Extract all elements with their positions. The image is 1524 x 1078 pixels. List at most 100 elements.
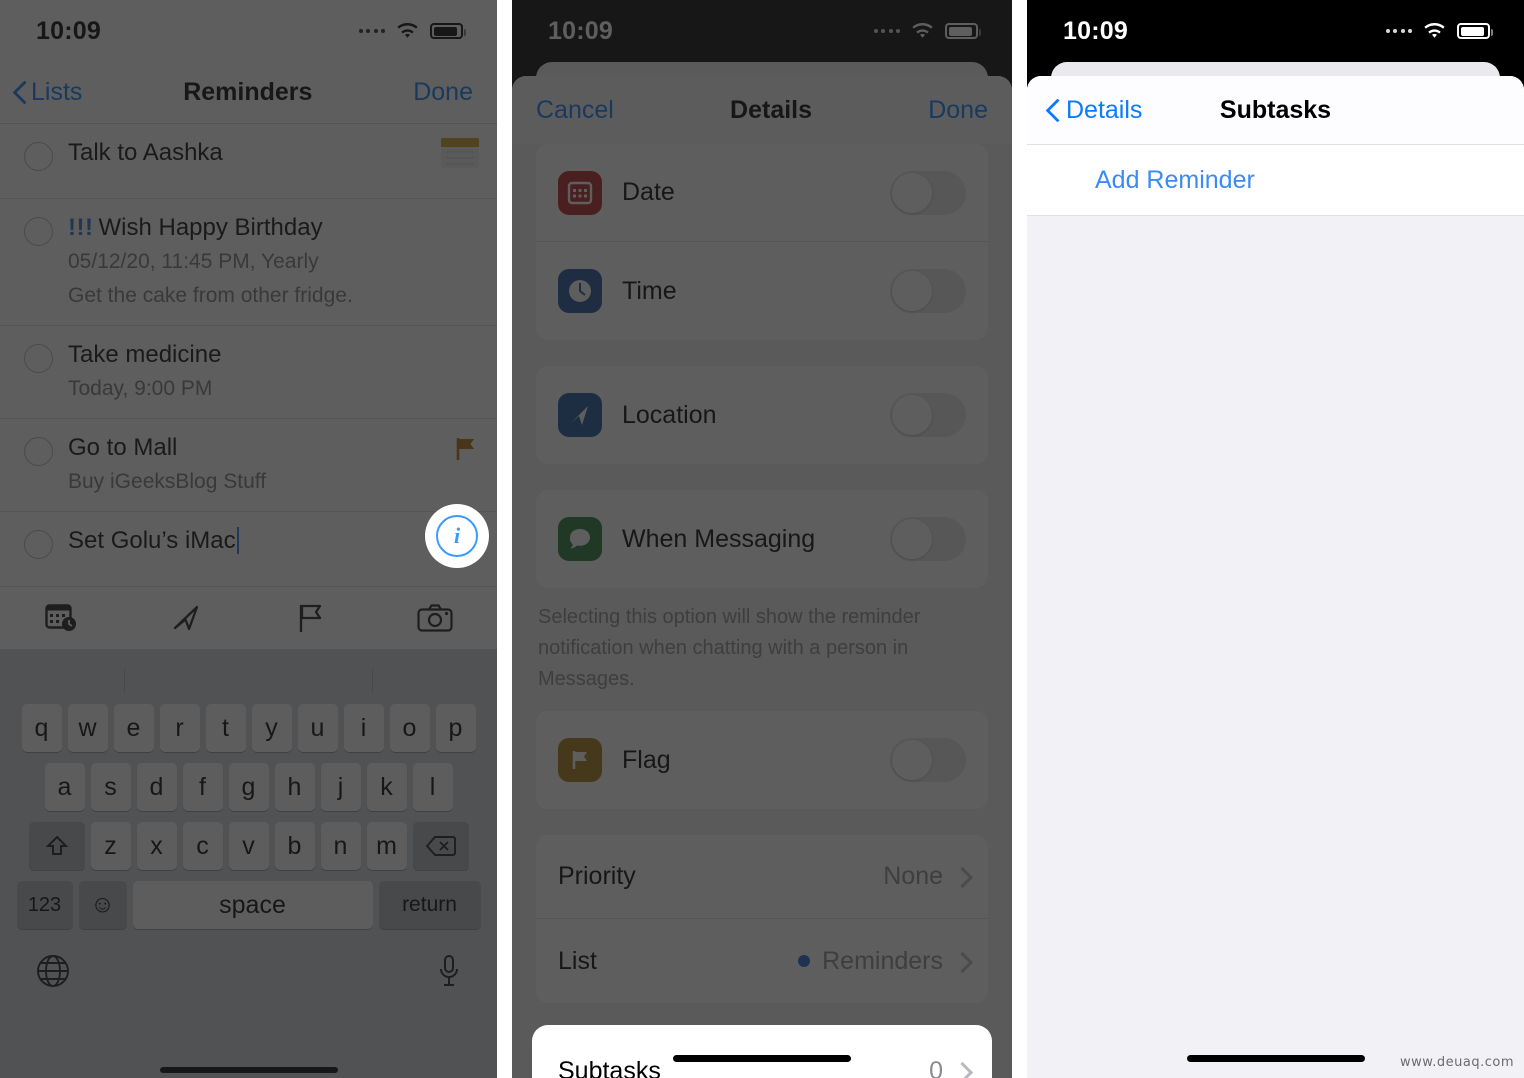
row-subtasks-highlighted[interactable]: Subtasks 0 bbox=[536, 1029, 988, 1078]
complete-circle-icon[interactable] bbox=[24, 344, 53, 373]
key-y[interactable]: y bbox=[251, 704, 292, 752]
reminder-note-text: Get the cake from other fridge. bbox=[68, 284, 353, 307]
date-toggle[interactable] bbox=[890, 170, 966, 215]
return-key[interactable]: return bbox=[378, 881, 481, 929]
group-flag: Flag bbox=[536, 711, 988, 809]
reminder-row-wish-happy-birthday[interactable]: !!! Wish Happy Birthday 05/12/20, 11:45 P… bbox=[0, 199, 497, 326]
key-v[interactable]: v bbox=[228, 822, 269, 870]
key-j[interactable]: j bbox=[320, 763, 361, 811]
flag-toggle[interactable] bbox=[890, 738, 966, 782]
backspace-key[interactable] bbox=[412, 822, 469, 870]
chevron-left-icon bbox=[14, 81, 27, 104]
key-f[interactable]: f bbox=[182, 763, 223, 811]
done-button[interactable]: Done bbox=[413, 78, 473, 107]
reminder-note-text: Buy iGeeksBlog Stuff bbox=[68, 470, 267, 493]
reminder-row-set-golus-imac[interactable]: Set Golu’s iMac i bbox=[0, 504, 497, 587]
key-n[interactable]: n bbox=[320, 822, 361, 870]
key-h[interactable]: h bbox=[274, 763, 315, 811]
attachment-thumbnail[interactable] bbox=[441, 138, 479, 168]
status-bar: 10:09 bbox=[1027, 0, 1524, 62]
reminder-due-text: 05/12/20, 11:45 PM, Yearly bbox=[68, 250, 319, 273]
reminder-row-go-to-mall[interactable]: Go to Mall Buy iGeeksBlog Stuff bbox=[0, 419, 497, 512]
back-to-lists-button[interactable]: Lists bbox=[14, 78, 82, 107]
key-z[interactable]: z bbox=[90, 822, 131, 870]
shift-arrow-icon bbox=[45, 835, 68, 855]
key-c[interactable]: c bbox=[182, 822, 223, 870]
row-subtasks[interactable]: Subtasks 0 bbox=[536, 1029, 988, 1078]
calendar-clock-icon bbox=[45, 604, 77, 631]
key-d[interactable]: d bbox=[136, 763, 177, 811]
row-label: List bbox=[558, 946, 597, 975]
page-title: Details bbox=[730, 95, 813, 124]
key-g[interactable]: g bbox=[228, 763, 269, 811]
done-button[interactable]: Done bbox=[928, 96, 988, 125]
keyboard-row-2: a s d f g h j k l bbox=[0, 763, 497, 811]
group-location: Location bbox=[536, 366, 988, 464]
key-x[interactable]: x bbox=[136, 822, 177, 870]
clock-icon bbox=[558, 269, 602, 313]
wifi-icon bbox=[397, 22, 418, 38]
row-list[interactable]: List Reminders bbox=[536, 919, 988, 1003]
when-messaging-toggle[interactable] bbox=[890, 517, 966, 561]
row-date[interactable]: Date bbox=[536, 144, 988, 242]
camera-tool-button[interactable] bbox=[373, 603, 497, 633]
complete-circle-icon[interactable] bbox=[24, 437, 53, 466]
reminder-row-talk-to-aashka[interactable]: Talk to Aashka bbox=[0, 124, 497, 199]
key-s[interactable]: s bbox=[90, 763, 131, 811]
key-b[interactable]: b bbox=[274, 822, 315, 870]
complete-circle-icon[interactable] bbox=[24, 142, 53, 171]
row-flag[interactable]: Flag bbox=[536, 711, 988, 809]
key-u[interactable]: u bbox=[297, 704, 338, 752]
reminder-edit-toolbar bbox=[0, 587, 497, 650]
complete-circle-icon[interactable] bbox=[24, 217, 53, 246]
key-e[interactable]: e bbox=[113, 704, 154, 752]
when-messaging-footnote: Selecting this option will show the remi… bbox=[538, 606, 921, 690]
key-k[interactable]: k bbox=[366, 763, 407, 811]
location-toggle[interactable] bbox=[890, 393, 966, 437]
row-label: Flag bbox=[622, 745, 671, 774]
cancel-button[interactable]: Cancel bbox=[536, 96, 614, 125]
key-a[interactable]: a bbox=[44, 763, 85, 811]
numbers-key[interactable]: 123 bbox=[16, 881, 73, 929]
row-location[interactable]: Location bbox=[536, 366, 988, 464]
emoji-smiley-icon-key[interactable]: ☺ bbox=[78, 881, 127, 929]
group-priority-list: Priority None List Reminders bbox=[536, 835, 988, 1003]
key-i[interactable]: i bbox=[343, 704, 384, 752]
key-l[interactable]: l bbox=[412, 763, 453, 811]
key-r[interactable]: r bbox=[159, 704, 200, 752]
reminder-row-take-medicine[interactable]: Take medicine Today, 9:00 PM bbox=[0, 326, 497, 419]
key-q[interactable]: q bbox=[21, 704, 62, 752]
location-arrow-icon bbox=[174, 605, 199, 631]
globe-icon[interactable] bbox=[36, 954, 70, 988]
key-m[interactable]: m bbox=[366, 822, 407, 870]
priority-marker: !!! bbox=[68, 214, 94, 241]
row-when-messaging[interactable]: When Messaging bbox=[536, 490, 988, 588]
subtasks-count: 0 bbox=[929, 1056, 943, 1078]
shift-key[interactable] bbox=[28, 822, 85, 870]
reminder-title-editing[interactable]: Set Golu’s iMac bbox=[68, 526, 479, 556]
location-tool-button[interactable] bbox=[124, 602, 248, 634]
details-form: Date Time Location When Messaging Select… bbox=[512, 144, 1012, 1078]
complete-circle-icon[interactable] bbox=[24, 530, 53, 559]
date-tool-button[interactable] bbox=[0, 602, 124, 634]
key-o[interactable]: o bbox=[389, 704, 430, 752]
key-t[interactable]: t bbox=[205, 704, 246, 752]
back-to-details-button[interactable]: Details bbox=[1047, 96, 1142, 125]
row-add-reminder[interactable]: Add Reminder bbox=[1027, 144, 1524, 216]
status-bar-indicators bbox=[358, 22, 466, 40]
status-bar-indicators bbox=[873, 22, 981, 40]
flag-tool-button[interactable] bbox=[249, 602, 373, 634]
row-priority[interactable]: Priority None bbox=[536, 835, 988, 919]
space-key[interactable]: space bbox=[132, 881, 373, 929]
microphone-icon[interactable] bbox=[437, 954, 461, 988]
keyboard-row-3: z x c v b n m bbox=[0, 822, 497, 870]
time-toggle[interactable] bbox=[890, 269, 966, 313]
phone-panel-reminders-list: 10:09 Lists Reminders Done Talk to Aashk… bbox=[0, 0, 497, 1078]
row-time[interactable]: Time bbox=[536, 242, 988, 340]
info-button-highlight[interactable]: i bbox=[425, 504, 489, 568]
key-w[interactable]: w bbox=[67, 704, 108, 752]
key-p[interactable]: p bbox=[435, 704, 476, 752]
subtasks-body: Add Reminder bbox=[1027, 144, 1524, 1078]
